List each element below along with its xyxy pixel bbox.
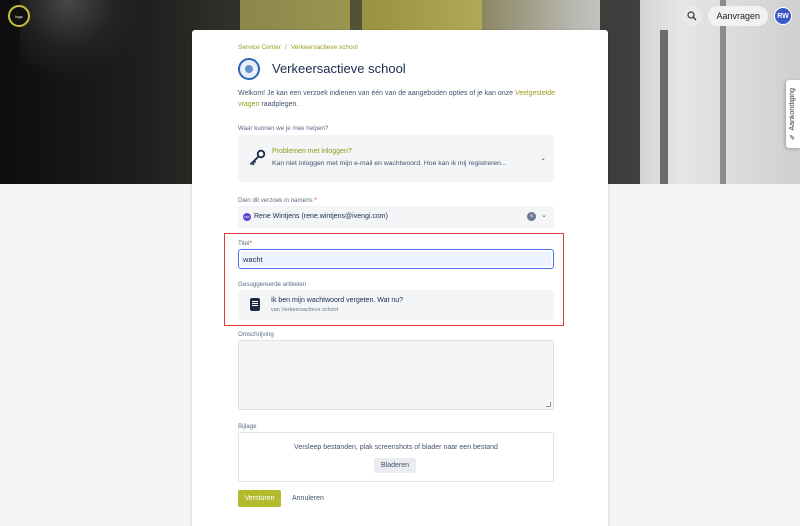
intro-text-main: Welkom! Je kan een verzoek indienen van … [238, 90, 514, 97]
chevron-down-icon[interactable]: ⌄ [541, 211, 547, 219]
description-label: Omschrijving [238, 331, 274, 338]
on-behalf-select[interactable]: RW Rene Wintjens (rene.wintjens@ivengi.c… [238, 206, 554, 228]
site-logo[interactable]: logo [8, 5, 30, 27]
dropzone-text: Versleep bestanden, plak screenshots of … [294, 444, 498, 451]
user-avatar[interactable]: RW [774, 7, 792, 25]
announcement-tab-label: ✎ Aankondiging [789, 87, 796, 141]
clear-icon[interactable]: × [527, 212, 536, 221]
page-title: Verkeersactieve school [272, 61, 406, 76]
banner-sticky-note [240, 0, 350, 34]
banner-sticky-note [362, 0, 482, 30]
browse-button[interactable]: Bladeren [374, 458, 416, 473]
announcement-tab[interactable]: ✎ Aankondiging [786, 80, 800, 148]
intro-text-suffix: raadplegen. [261, 101, 299, 108]
suggested-article-title: Ik ben mijn wachtwoord vergeten. Wat nu? [271, 297, 404, 304]
suggested-articles-label: Gesuggereerde artikelen [238, 281, 307, 288]
breadcrumb-separator: / [285, 44, 287, 51]
breadcrumb-service-center[interactable]: Service Center [238, 44, 281, 51]
intro-text: Welkom! Je kan een verzoek indienen van … [238, 88, 558, 110]
request-type-title: Problemen met inloggen? [272, 148, 352, 155]
suggested-article[interactable]: Ik ben mijn wachtwoord vergeten. Wat nu?… [238, 290, 554, 320]
breadcrumb-project[interactable]: Verkeersactieve school [291, 44, 358, 51]
submit-button[interactable]: Versturen [238, 490, 281, 507]
title-input-value[interactable]: wacht [241, 252, 551, 266]
suggested-article-source: van Verkeersactieve school [271, 307, 338, 313]
banner-pole [660, 30, 668, 184]
request-type-description: Kan niet inloggen met mijn e-mail en wac… [272, 160, 507, 167]
top-nav: Aanvragen RW [682, 6, 792, 26]
resize-handle-icon[interactable] [546, 402, 551, 407]
breadcrumb: Service Center / Verkeersactieve school [238, 44, 358, 51]
on-behalf-label: Dien dit verzoek in namens * [238, 197, 317, 204]
description-textarea[interactable] [238, 340, 554, 410]
title-label: Titel* [238, 240, 252, 247]
attachment-label: Bijlage [238, 423, 257, 430]
cancel-button[interactable]: Annuleren [292, 490, 324, 507]
help-label: Waar kunnen we je mee helpen? [238, 125, 329, 132]
search-button[interactable] [682, 6, 703, 26]
on-behalf-value: Rene Wintjens (rene.wintjens@ivengi.com) [254, 213, 388, 220]
article-icon [250, 298, 260, 311]
search-icon [687, 11, 697, 21]
title-input[interactable]: wacht [238, 249, 554, 269]
project-logo [238, 58, 260, 80]
request-form-card: Service Center / Verkeersactieve school … [192, 30, 608, 526]
attachment-dropzone[interactable]: Versleep bestanden, plak screenshots of … [238, 432, 554, 482]
site-logo-text: logo [15, 13, 23, 19]
banner-light [20, 0, 140, 90]
requests-button[interactable]: Aanvragen [708, 6, 768, 26]
request-type-select[interactable]: Problemen met inloggen? Kan niet inlogge… [238, 135, 554, 182]
chevron-down-icon: ⌄ [540, 155, 546, 162]
banner-pole [720, 0, 726, 184]
reporter-avatar: RW [243, 213, 251, 221]
key-icon [249, 149, 266, 166]
